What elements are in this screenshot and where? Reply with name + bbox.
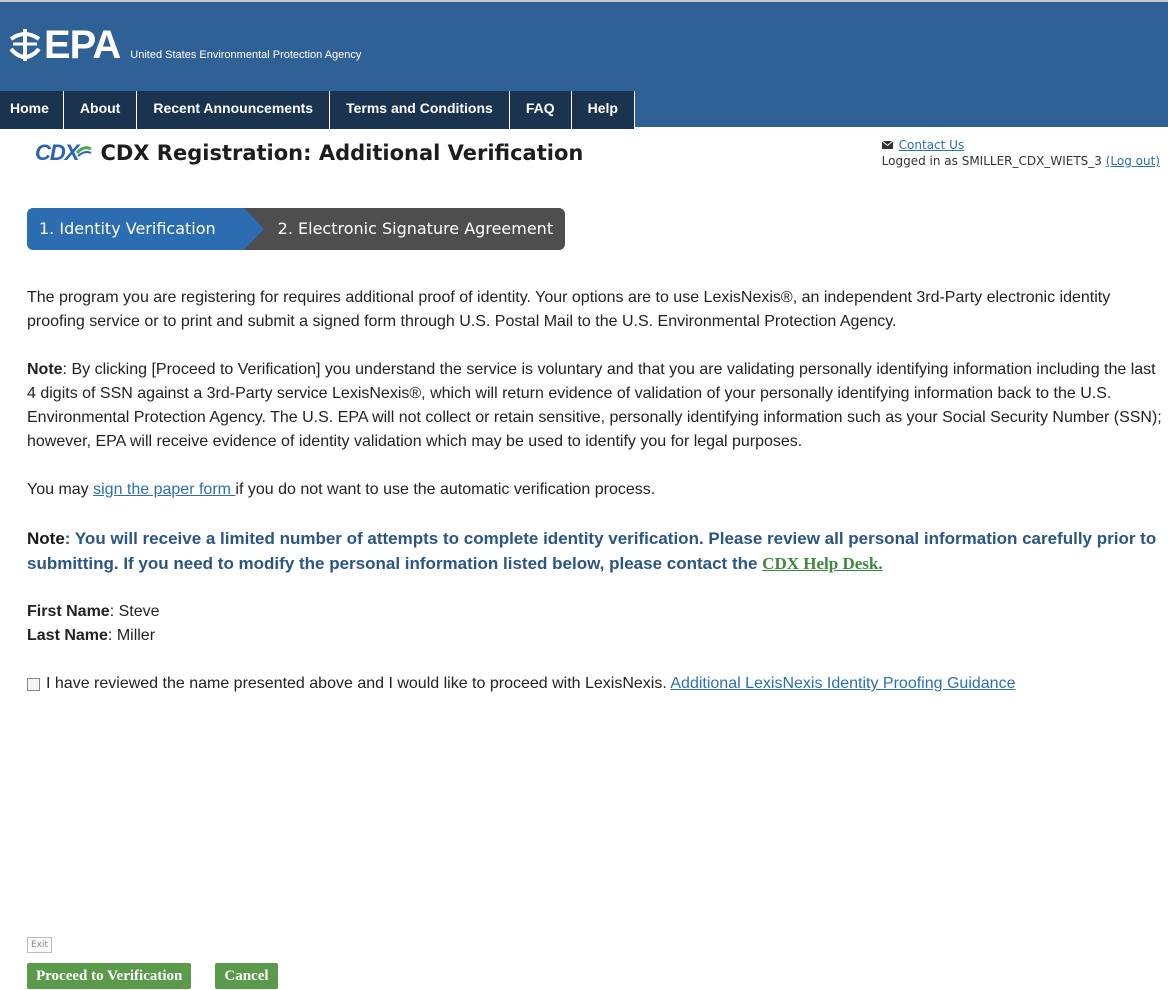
confirm-row: I have reviewed the name presented above…	[27, 672, 1162, 696]
paper-form-paragraph: You may sign the paper form if you do no…	[27, 478, 1162, 502]
nav-terms-and-conditions[interactable]: Terms and Conditions	[330, 91, 510, 129]
user-bar: Contact Us Logged in as SMILLER_CDX_WIET…	[881, 138, 1160, 168]
page-title: CDX Registration: Additional Verificatio…	[100, 141, 584, 165]
last-name-label: Last Name	[27, 627, 108, 644]
attempts-note: Note: You will receive a limited number …	[27, 526, 1162, 576]
envelope-icon	[881, 138, 893, 152]
cdx-help-desk-link[interactable]: CDX Help Desk.	[762, 554, 882, 573]
site-header: EPA United States Environmental Protecti…	[0, 0, 1168, 129]
guidance-link[interactable]: Additional LexisNexis Identity Proofing …	[670, 675, 1015, 692]
logged-in-text: Logged in as SMILLER_CDX_WIETS_3	[881, 154, 1102, 168]
cancel-button[interactable]: Cancel	[215, 963, 278, 989]
logout-link[interactable]: (Log out)	[1106, 154, 1160, 168]
intro-paragraph: The program you are registering for requ…	[27, 289, 1111, 330]
paper-form-suffix: if you do not want to use the automatic …	[235, 481, 656, 498]
epa-logo[interactable]: EPA United States Environmental Protecti…	[8, 25, 361, 65]
proceed-to-verification-button[interactable]: Proceed to Verification	[27, 963, 192, 989]
agency-name: United States Environmental Protection A…	[130, 49, 362, 61]
sign-paper-form-link[interactable]: sign the paper form	[93, 481, 235, 498]
nav-home[interactable]: Home	[0, 91, 64, 129]
first-name-value: : Steve	[109, 603, 160, 620]
step-1-label: 1. Identity Verification	[39, 219, 216, 238]
page-heading: CDX CDX Registration: Additional Verific…	[35, 140, 583, 166]
step-electronic-signature: 2. Electronic Signature Agreement	[243, 208, 566, 250]
contact-us-link[interactable]: Contact Us	[899, 138, 965, 152]
step-identity-verification: 1. Identity Verification	[27, 208, 264, 250]
step-2-label: 2. Electronic Signature Agreement	[277, 219, 554, 238]
last-name-value: : Miller	[107, 627, 156, 644]
exit-button[interactable]: Exit	[27, 937, 53, 953]
attempts-note-label: Note	[27, 529, 65, 548]
action-buttons: Proceed to Verification Cancel	[27, 963, 302, 989]
attempts-note-text: : You will receive a limited number of a…	[27, 529, 1157, 573]
note-label: Note	[27, 361, 63, 378]
step-arrow-icon	[243, 208, 264, 250]
nav-about[interactable]: About	[63, 91, 138, 129]
confirm-text: I have reviewed the name presented above…	[46, 672, 1015, 696]
note-text: : By clicking [Proceed to Verification] …	[27, 361, 1162, 450]
confirm-checkbox[interactable]	[27, 678, 40, 691]
cdx-logo: CDX	[35, 140, 79, 165]
epa-flower-icon	[8, 25, 42, 65]
first-name-label: First Name	[27, 603, 110, 620]
confirm-label: I have reviewed the name presented above…	[46, 675, 671, 692]
cdx-swoosh-icon	[76, 144, 93, 163]
nav-help[interactable]: Help	[571, 91, 635, 129]
epa-logo-text: EPA	[44, 23, 121, 67]
name-summary: First Name: Steve Last Name: Miller	[27, 600, 1162, 648]
note-paragraph: Note: By clicking [Proceed to Verificati…	[27, 358, 1162, 454]
main-content: The program you are registering for requ…	[27, 286, 1162, 696]
paper-form-prefix: You may	[27, 481, 94, 498]
progress-steps: 1. Identity Verification 2. Electronic S…	[27, 208, 566, 250]
main-nav: Home About Recent Announcements Terms an…	[0, 91, 635, 129]
nav-recent-announcements[interactable]: Recent Announcements	[137, 91, 331, 129]
nav-faq[interactable]: FAQ	[509, 91, 572, 129]
